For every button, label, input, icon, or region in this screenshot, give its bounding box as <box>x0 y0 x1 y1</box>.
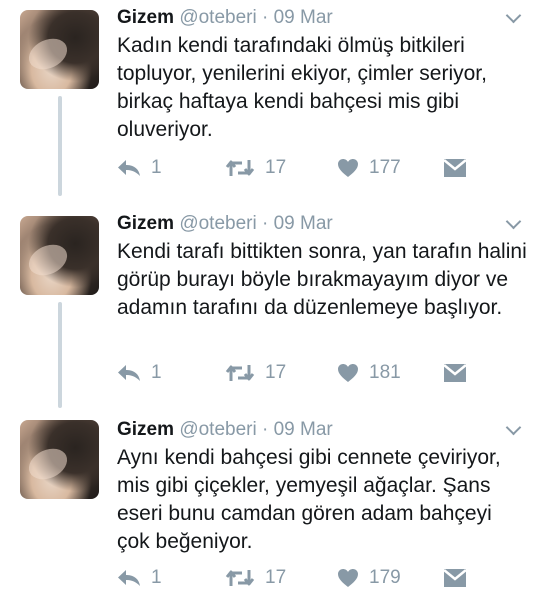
retweet-icon <box>225 365 255 381</box>
avatar[interactable] <box>20 216 99 295</box>
retweet-icon <box>225 160 255 176</box>
chevron-down-icon[interactable] <box>505 419 522 436</box>
reply-icon <box>118 570 140 586</box>
like-button[interactable]: 179 <box>337 566 401 590</box>
tweet-text: Aynı kendi bahçesi gibi cennete çeviriyo… <box>117 446 501 553</box>
reply-button[interactable]: 1 <box>117 156 162 180</box>
tweet-text: Kadın kendi tarafındaki ölmüş bitkileri … <box>117 34 487 141</box>
like-button[interactable]: 181 <box>337 361 401 385</box>
tweet[interactable]: Gizem @oteberi · 09 Mar Kadın kendi tara… <box>0 6 540 191</box>
username[interactable]: @oteberi <box>179 419 256 440</box>
avatar[interactable] <box>20 420 99 499</box>
direct-message-button[interactable] <box>443 361 467 385</box>
separator: · <box>261 7 269 28</box>
heart-icon <box>338 569 358 587</box>
tweet-actions: 1 17 177 <box>117 156 477 180</box>
separator: · <box>261 213 269 234</box>
direct-message-icon <box>443 159 467 177</box>
display-name[interactable]: Gizem <box>117 7 174 28</box>
retweet-button[interactable]: 17 <box>225 566 286 590</box>
username[interactable]: @oteberi <box>179 213 256 234</box>
reply-count: 1 <box>151 567 162 588</box>
tweet-header: Gizem @oteberi · 09 Mar <box>117 418 333 442</box>
retweet-button[interactable]: 17 <box>225 156 286 180</box>
heart-icon <box>338 364 358 382</box>
retweet-count: 17 <box>265 567 287 588</box>
like-button[interactable]: 177 <box>337 156 401 180</box>
reply-button[interactable]: 1 <box>117 361 162 385</box>
tweet-text: Kendi tarafı bittikten sonra, yan tarafı… <box>117 240 527 319</box>
tweet-actions: 1 17 179 <box>117 566 477 590</box>
chevron-down-icon[interactable] <box>505 213 522 230</box>
like-count: 181 <box>369 362 401 383</box>
timestamp[interactable]: 09 Mar <box>274 7 333 28</box>
display-name[interactable]: Gizem <box>117 419 174 440</box>
tweet[interactable]: Gizem @oteberi · 09 Mar Kendi tarafı bit… <box>0 212 540 402</box>
display-name[interactable]: Gizem <box>117 213 174 234</box>
tweet[interactable]: Gizem @oteberi · 09 Mar Aynı kendi bahçe… <box>0 418 540 591</box>
retweet-icon <box>225 570 255 586</box>
heart-icon <box>338 159 358 177</box>
direct-message-button[interactable] <box>443 156 467 180</box>
timestamp[interactable]: 09 Mar <box>274 419 333 440</box>
like-count: 179 <box>369 567 401 588</box>
tweet-header: Gizem @oteberi · 09 Mar <box>117 212 333 236</box>
like-count: 177 <box>369 157 401 178</box>
reply-count: 1 <box>151 157 162 178</box>
avatar[interactable] <box>20 10 99 89</box>
direct-message-button[interactable] <box>443 566 467 590</box>
tweet-actions: 1 17 181 <box>117 361 477 385</box>
retweet-count: 17 <box>265 362 287 383</box>
reply-icon <box>118 365 140 381</box>
timestamp[interactable]: 09 Mar <box>274 213 333 234</box>
reply-count: 1 <box>151 362 162 383</box>
retweet-button[interactable]: 17 <box>225 361 286 385</box>
chevron-down-icon[interactable] <box>505 7 522 24</box>
retweet-count: 17 <box>265 157 287 178</box>
direct-message-icon <box>443 364 467 382</box>
direct-message-icon <box>443 569 467 587</box>
reply-button[interactable]: 1 <box>117 566 162 590</box>
reply-icon <box>118 160 140 176</box>
tweet-header: Gizem @oteberi · 09 Mar <box>117 6 333 30</box>
username[interactable]: @oteberi <box>179 7 256 28</box>
separator: · <box>261 419 269 440</box>
